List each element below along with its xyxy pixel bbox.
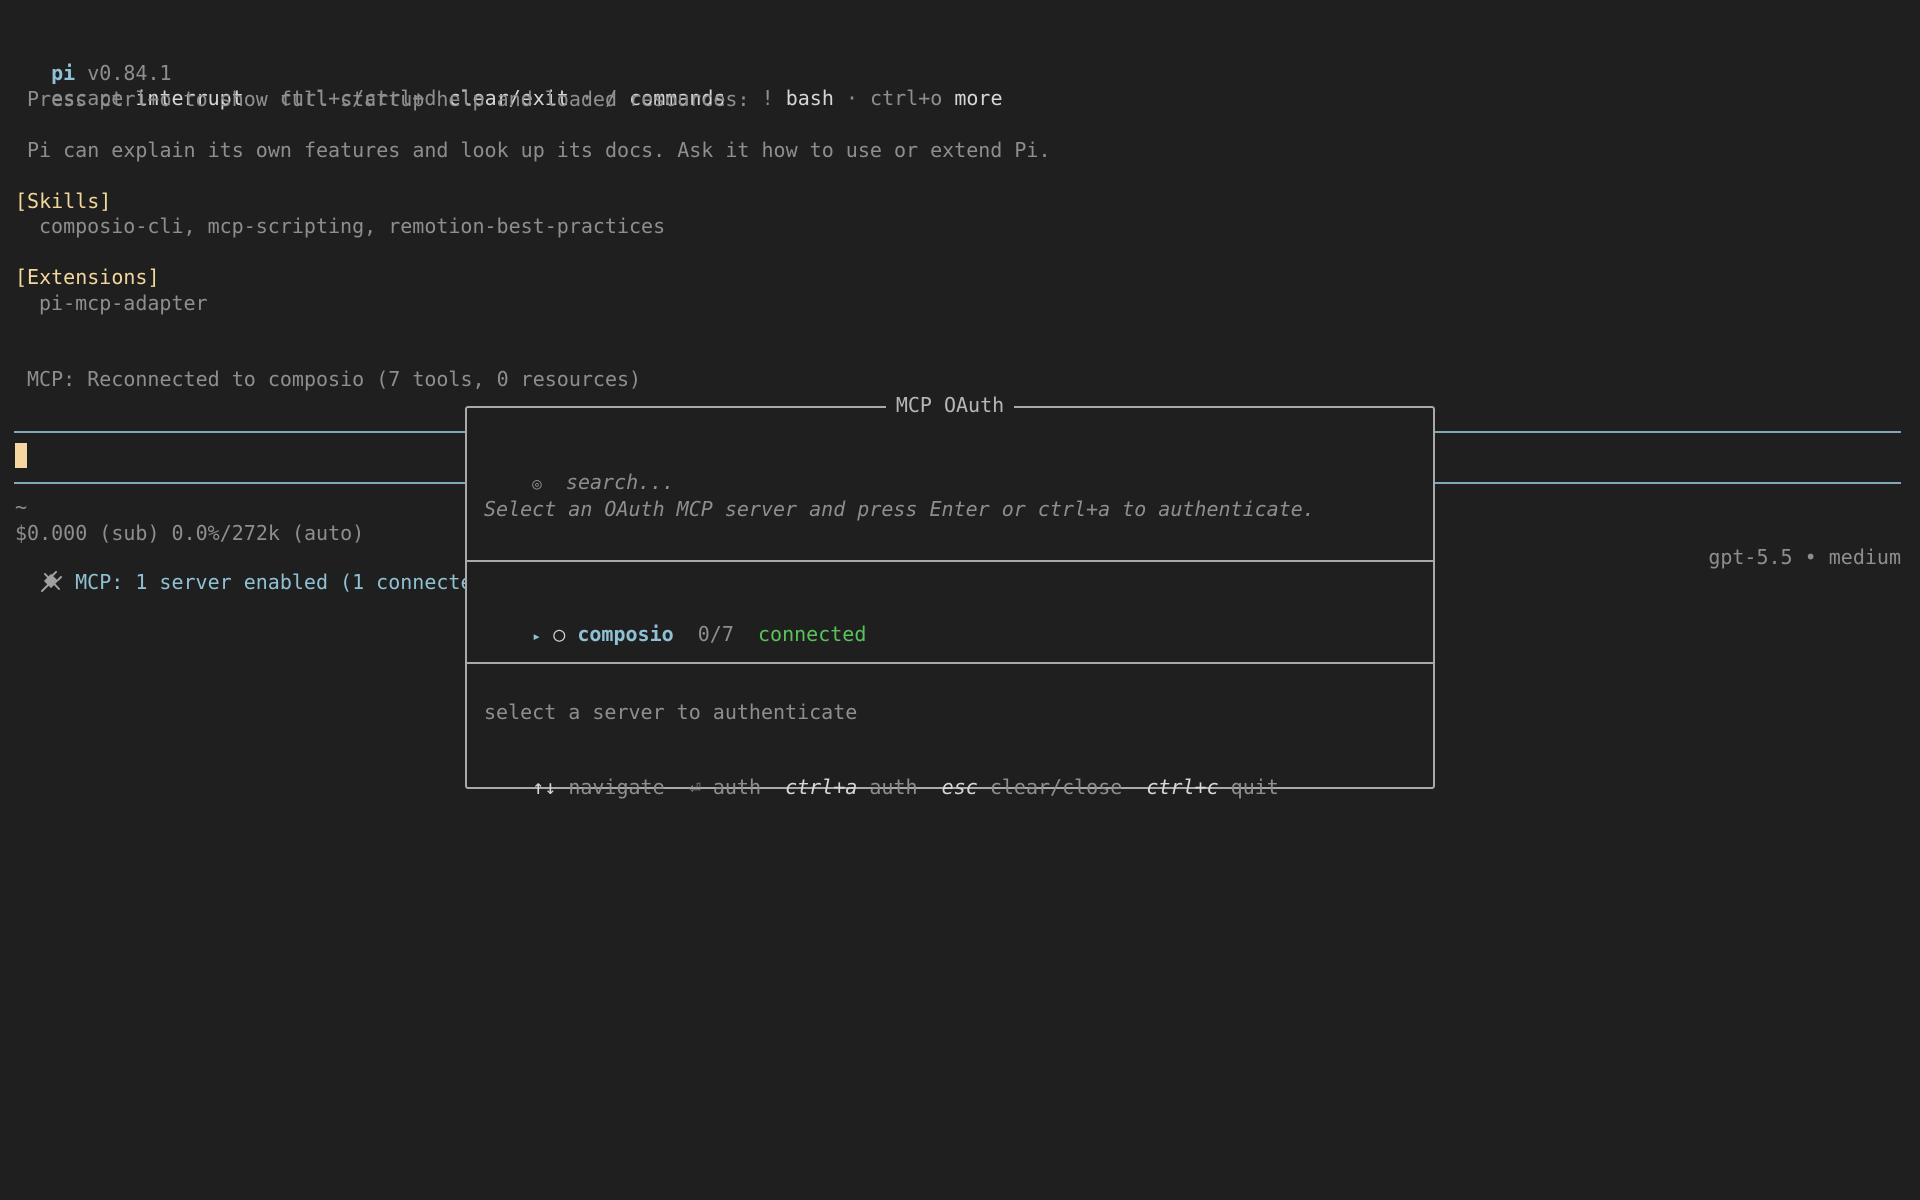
extensions-heading: [Extensions] [15,265,160,289]
skills-heading: [Skills] [15,189,112,213]
target-icon: ◎ [532,474,542,493]
shortcut-action: more [954,86,1003,110]
dialog-footer-hint: select a server to authenticate [484,700,858,724]
server-tools-count: 0/7 [697,622,734,646]
search-input[interactable]: search... [566,470,674,494]
dialog-title: MCP OAuth [467,393,1433,417]
model-name: gpt-5.5 [1708,545,1793,569]
dialog-instruction: Select an OAuth MCP server and press Ent… [484,497,1315,521]
plug-icon [39,570,63,594]
mcp-status-message: MCP: Reconnected to composio (7 tools, 0… [27,367,642,391]
shortcut-separator: · [845,86,858,110]
dialog-title-text: MCP OAuth [885,393,1015,417]
keybind-bar: ↑↓ navigate ⏎ auth ctrl+a auth esc clear… [484,751,1279,799]
input-cursor[interactable] [15,443,27,468]
model-dot: • [1804,545,1817,569]
server-name: composio [577,622,674,646]
keybind-action: quit [1230,775,1279,799]
keybind-key: esc [941,775,978,799]
mcp-footer: MCP: 1 server enabled (1 connected [15,546,485,594]
keybind-action: auth [869,775,918,799]
keybind-key: ↑↓ [532,775,557,799]
info-text: Pi can explain its own features and look… [27,138,1051,162]
shortcut-key: ctrl+o [870,86,943,110]
keybind-action: navigate [568,775,665,799]
shortcut-key: ! [761,86,774,110]
header-line: pi v0.84.1 [27,37,171,85]
effort-level: medium [1828,545,1901,569]
keybind-action: clear/close [989,775,1123,799]
server-status: connected [757,622,867,646]
shortcut-action: bash [785,86,834,110]
enter-icon: ⏎ [688,775,701,799]
search-row[interactable]: ◎ search... [484,446,674,494]
chevron-right-icon: ▸ [532,627,542,645]
usage-indicator: $0.000 (sub) 0.0%/272k (auto) [15,521,365,545]
keybind-action: auth [712,775,761,799]
keybind-key: ctrl+a [785,775,858,799]
skills-list: composio-cli, mcp-scripting, remotion-be… [39,214,666,238]
startup-hint: Press ctrl+o to show full startup help a… [27,87,750,111]
server-list-item[interactable]: ▸ ○ composio 0/7 connected [484,598,866,646]
extensions-list: pi-mcp-adapter [39,291,208,315]
mcp-oauth-dialog: MCP OAuth ◎ search... Select an OAuth MC… [465,393,1435,799]
keybind-key: ctrl+c [1146,775,1219,799]
mcp-footer-text: MCP: 1 server enabled (1 connected [75,570,485,594]
dialog-divider [467,560,1433,562]
cwd-indicator: ~ [15,495,28,519]
radio-icon: ○ [553,622,566,646]
shortcut-line: escape interrupt · ctrl+c/ctrl+d clear/e… [27,62,1002,110]
dialog-divider [467,662,1433,664]
model-indicator: gpt-5.5 • medium [1684,521,1901,569]
